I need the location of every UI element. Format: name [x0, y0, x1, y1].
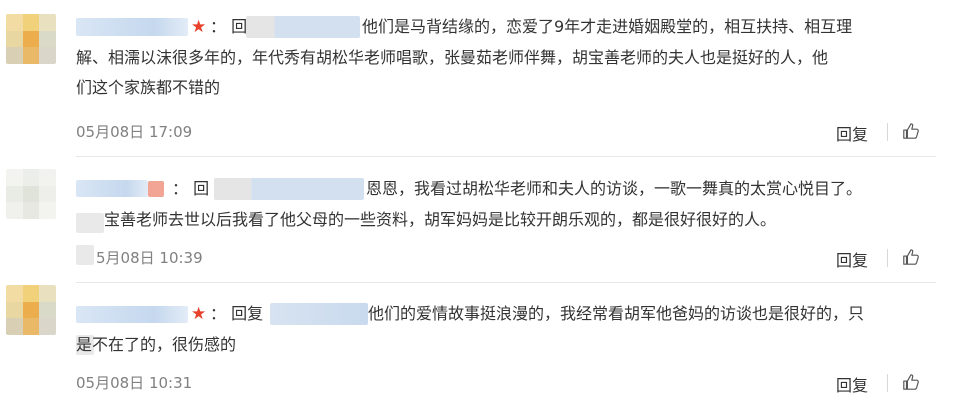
reply-prefix: ： 回	[172, 179, 210, 198]
comment-date: 05月08日 10:31	[76, 374, 193, 392]
reply-button[interactable]: 回复	[836, 121, 868, 145]
comment-text: ： 回 他们是马背结缘的，恋爱了9年才走进婚姻殿堂的，相互扶持、相互理 解、相濡以…	[76, 12, 928, 104]
avatar[interactable]	[6, 14, 56, 64]
comment-item: ： 回 恩恩，我看过胡松华老师和夫人的访谈，一歌一舞真的太赏心悦目了。 宝善老师去…	[0, 157, 964, 283]
comment-line: 解、相濡以沫很多年的，年代秀有胡松华老师唱歌，张曼茹老师伴舞，胡宝善老师的夫人也…	[76, 47, 829, 67]
avatar[interactable]	[6, 169, 56, 219]
comment-item: ★ ： 回他们是马背结缘的，恋爱了9年才走进婚姻殿堂的，相互扶持、相互理 解、相…	[0, 0, 964, 157]
comment-line: 他们是马背结缘的，恋爱了9年才走进婚姻殿堂的，相互扶持、相互理	[362, 17, 853, 36]
comment-line: 宝善老师去世以后我看了他父母的一些资料，胡军妈妈是比较开朗乐观的，都是很好很好的…	[104, 209, 777, 229]
comment-date: 5月08日 10:39	[96, 249, 203, 267]
blur-mask	[76, 245, 94, 265]
comment-date: 05月08日 17:09	[76, 123, 193, 141]
comment-text: ： 回复 他们的爱情故事挺浪漫的，我经常看胡军他爸妈的访谈也是很好的，只 是不在了…	[76, 299, 928, 360]
thumbs-up-icon[interactable]	[902, 248, 920, 266]
reply-button[interactable]: 回复	[836, 247, 868, 271]
action-divider	[887, 249, 888, 267]
comment-line: 他们的爱情故事挺浪漫的，我经常看胡军他爸妈的访谈也是很好的，只	[368, 304, 865, 323]
action-divider	[887, 374, 888, 392]
thumbs-up-icon[interactable]	[902, 122, 920, 140]
comment-line: 是不在了的，很伤感的	[76, 334, 237, 354]
reply-prefix: ： 回	[210, 17, 248, 36]
comment-line: 恩恩，我看过胡松华老师和夫人的访谈，一歌一舞真的太赏心悦目了。	[366, 179, 863, 198]
reply-prefix: ： 回复	[210, 304, 264, 323]
comment-item: ★ ： 回复 他们的爱情故事挺浪漫的，我经常看胡军他爸妈的访谈也是很好的，只 是不…	[0, 283, 964, 411]
action-divider	[887, 123, 888, 141]
comment-line: 们这个家族都不错的	[76, 78, 221, 97]
reply-button[interactable]: 回复	[836, 372, 868, 396]
thumbs-up-icon[interactable]	[902, 373, 920, 391]
comment-text: ： 回 恩恩，我看过胡松华老师和夫人的访谈，一歌一舞真的太赏心悦目了。 宝善老师去…	[76, 174, 928, 235]
avatar[interactable]	[6, 285, 56, 335]
